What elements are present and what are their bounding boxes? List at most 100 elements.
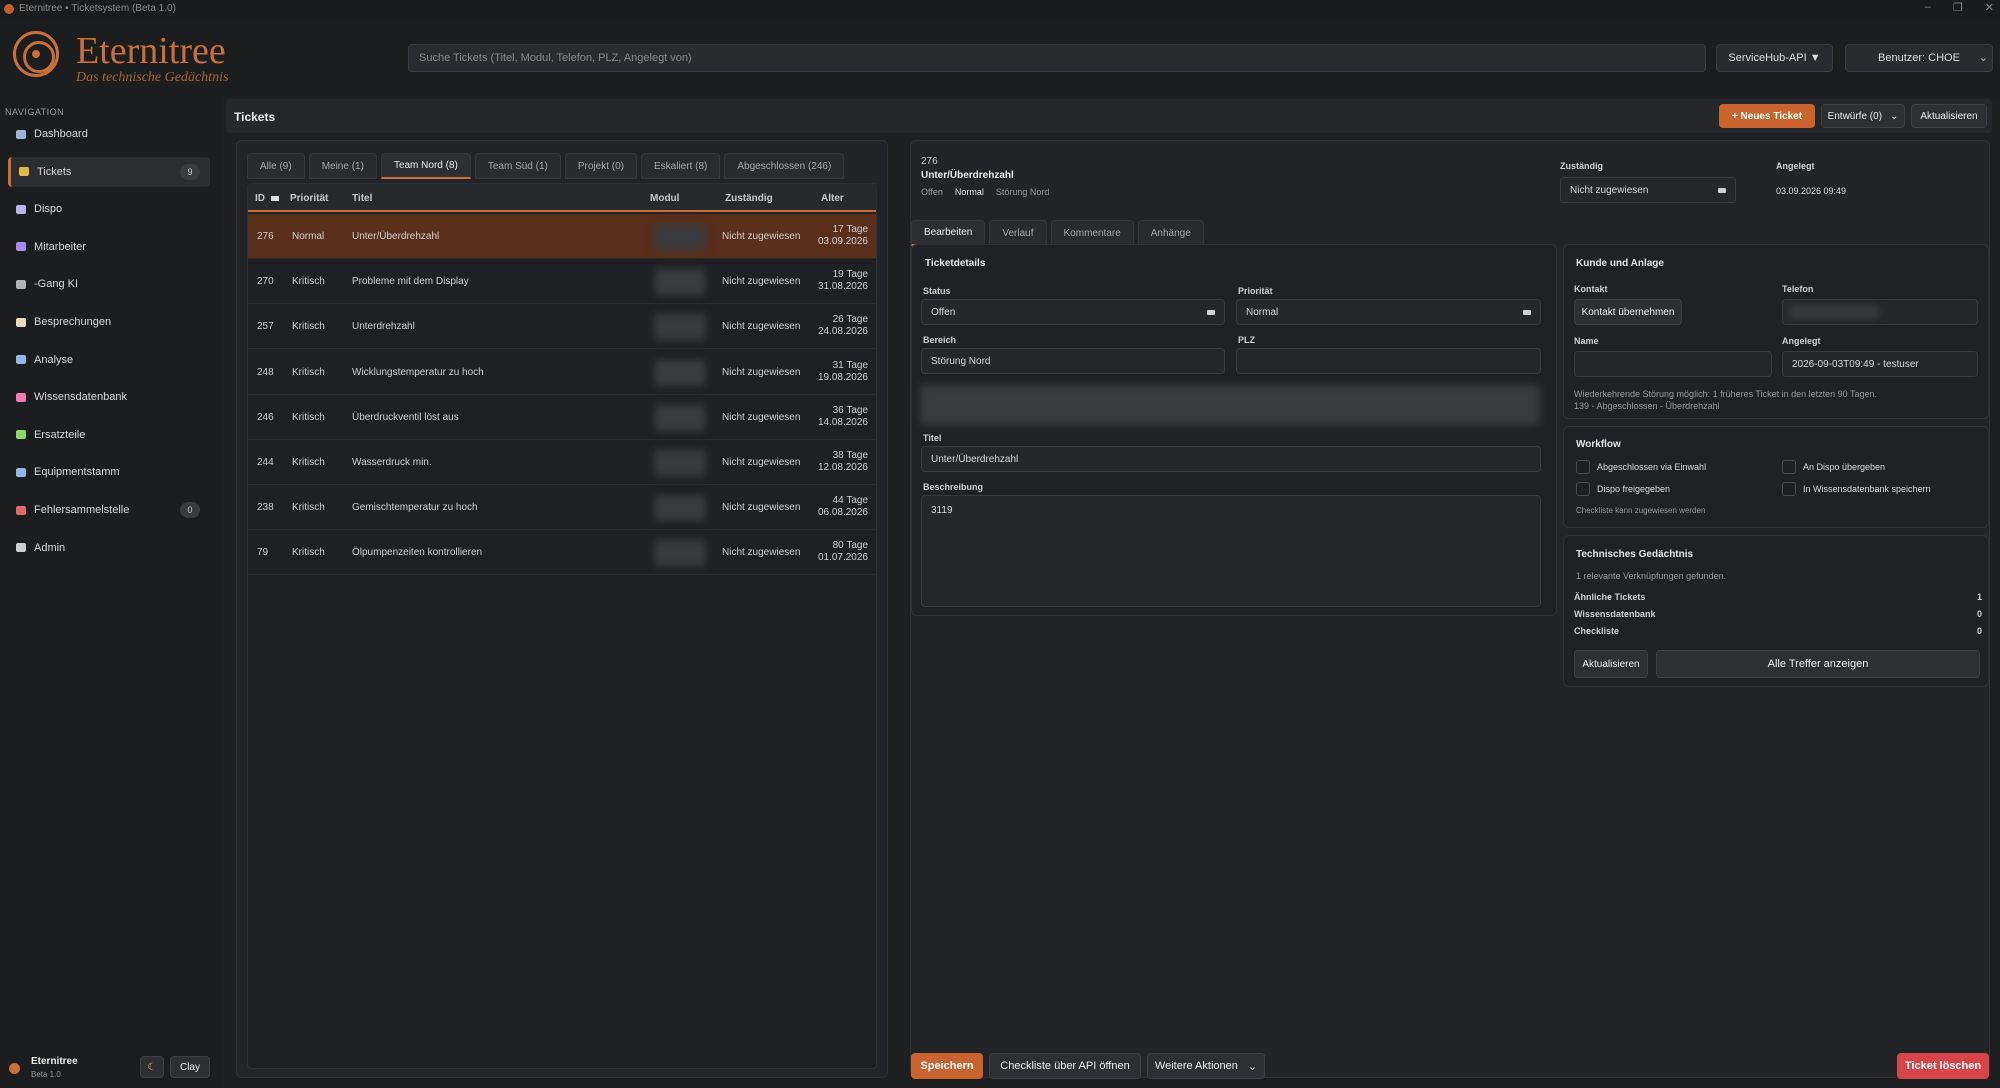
name-field[interactable] [1574, 351, 1772, 377]
plz-field[interactable] [1236, 348, 1541, 374]
search-input[interactable] [408, 44, 1706, 72]
sidebar-item-admin[interactable]: Admin [8, 533, 210, 563]
delete-ticket-button[interactable]: Ticket löschen [1897, 1053, 1989, 1079]
table-row[interactable]: 244 Kritisch Wasserdruck min. Nicht zuge… [248, 440, 876, 485]
open-checklist-api-button[interactable]: Checkliste über API öffnen [989, 1053, 1141, 1079]
age-days: 44 Tage [832, 495, 868, 507]
cell-title: Wasserdruck min. [352, 457, 432, 468]
area-label: Bereich [923, 335, 957, 345]
tab-1[interactable]: Meine (1) [308, 153, 377, 179]
detail-tab-3[interactable]: Anhänge [1137, 220, 1204, 246]
contact-takeover-button[interactable]: Kontakt übernehmen [1574, 299, 1682, 325]
app-icon [4, 3, 14, 14]
chevron-down-icon: ⌄ [1890, 110, 1899, 122]
user-menu-button[interactable]: Benutzer: CHOE ⌄ [1845, 44, 1993, 72]
save-button[interactable]: Speichern [911, 1053, 983, 1079]
checkbox-label: In Wissensdatenbank speichern [1803, 484, 1931, 494]
sidebar-item-dashboard[interactable]: Dashboard [8, 119, 210, 149]
table-header: ID Priorität Titel Modul Zuständig Alter [248, 184, 876, 212]
stat-value: 1 [1976, 592, 1982, 602]
table-row[interactable]: 257 Kritisch Unterdrehzahl Nicht zugewie… [248, 304, 876, 350]
table-row[interactable]: 276 Normal Unter/Überdrehzahl Nicht zuge… [248, 214, 876, 259]
detail-tab-0[interactable]: Bearbeiten [911, 220, 986, 246]
minimize-icon[interactable]: – [1925, 1, 1931, 14]
sidebar-item-analyse[interactable]: Analyse [8, 345, 210, 375]
moon-icon: ☾ [147, 1061, 157, 1073]
column-assignee[interactable]: Zuständig [725, 184, 773, 212]
calendar-icon [16, 204, 26, 214]
tab-4[interactable]: Projekt (0) [564, 153, 637, 179]
stat-label: Wissensdatenbank [1574, 609, 1656, 619]
checkbox-label: An Dispo übergeben [1803, 462, 1886, 472]
title-field[interactable]: Unter/Überdrehzahl [921, 446, 1541, 472]
recurrence-ticket-link[interactable]: 139 - Abgeschlossen - Überdrehzahl [1574, 401, 1720, 411]
theme-toggle-button[interactable]: ☾ [140, 1056, 164, 1078]
tab-3[interactable]: Team Süd (1) [474, 153, 561, 179]
nav-section-label: NAVIGATION [5, 107, 65, 117]
stat-value: 0 [1976, 626, 1982, 636]
sidebar-item-ersatzteile[interactable]: Ersatzteile [8, 420, 210, 450]
age-days: 26 Tage [832, 314, 868, 326]
show-all-matches-button[interactable]: Alle Treffer anzeigen [1656, 650, 1980, 678]
memory-refresh-button[interactable]: Aktualisieren [1574, 650, 1648, 678]
tab-5[interactable]: Eskaliert (8) [641, 153, 721, 179]
checkbox-dispo-released[interactable] [1576, 482, 1590, 496]
cell-assignee: Nicht zugewiesen [722, 321, 801, 333]
sidebar-item-fehlersammelstelle[interactable]: Fehlersammelstelle 0 [8, 495, 210, 525]
table-row[interactable]: 238 Kritisch Gemischtemperatur zu hoch N… [248, 485, 876, 531]
sidebar-item-besprechungen[interactable]: Besprechungen [8, 307, 210, 337]
phone-field[interactable] [1782, 299, 1978, 325]
sidebar-item-label: Besprechungen [34, 316, 112, 328]
cell-age: 19 Tage 31.08.2026 [818, 269, 868, 293]
sidebar-item-gang-ki[interactable]: -Gang KI [8, 269, 210, 299]
dropdown-icon [1718, 188, 1726, 193]
sidebar-item-equipmentstamm[interactable]: Equipmentstamm [8, 457, 210, 487]
more-actions-button[interactable]: Weitere Aktionen ⌄ [1147, 1053, 1265, 1079]
checkbox-save-knowledge[interactable] [1782, 482, 1796, 496]
api-dropdown-button[interactable]: ServiceHub-API ▼ [1716, 44, 1833, 72]
tab-6[interactable]: Abgeschlossen (246) [724, 153, 845, 179]
column-id[interactable]: ID [255, 184, 279, 212]
name-label: Name [1574, 336, 1599, 346]
cell-id: 246 [257, 411, 274, 423]
column-title[interactable]: Titel [352, 184, 372, 212]
checkbox-to-dispo[interactable] [1782, 460, 1796, 474]
app-header: Eternitree Das technische Gedächtnis Ser… [0, 17, 2000, 97]
drafts-dropdown-button[interactable]: Entwürfe (0) ⌄ [1821, 104, 1905, 128]
area-field[interactable]: Störung Nord [921, 348, 1225, 374]
memory-section: Technisches Gedächtnis 1 relevante Verkn… [1563, 535, 1989, 687]
tab-2[interactable]: Team Nord (8) [380, 153, 471, 179]
sidebar-item-mitarbeiter[interactable]: Mitarbeiter [8, 232, 210, 262]
checkbox-closed-via-dialin[interactable] [1576, 460, 1590, 474]
new-ticket-button[interactable]: + Neues Ticket [1719, 104, 1815, 128]
theme-select-button[interactable]: Clay [170, 1056, 210, 1078]
tab-0[interactable]: Alle (9) [247, 153, 305, 179]
column-module[interactable]: Modul [650, 184, 679, 212]
table-row[interactable]: 270 Kritisch Probleme mit dem Display Ni… [248, 259, 876, 305]
cell-assignee: Nicht zugewiesen [722, 502, 801, 514]
refresh-button[interactable]: Aktualisieren [1911, 104, 1987, 128]
column-priority[interactable]: Priorität [290, 184, 328, 212]
column-age[interactable]: Alter [821, 184, 844, 212]
detail-tab-2[interactable]: Kommentare [1050, 220, 1134, 246]
sidebar-item-label: Tickets [37, 165, 72, 178]
assignee-select[interactable]: Nicht zugewiesen [1560, 177, 1736, 203]
maximize-icon[interactable]: ❐ [1953, 1, 1963, 14]
detail-tab-1[interactable]: Verlauf [989, 220, 1047, 246]
sidebar-item-wissensdatenbank[interactable]: Wissensdatenbank [8, 382, 210, 412]
description-textarea[interactable]: 3119 [921, 495, 1541, 607]
sidebar-item-tickets[interactable]: Tickets 9 [8, 156, 210, 187]
cell-age: 80 Tage 01.07.2026 [818, 540, 868, 564]
redacted-module [654, 540, 706, 567]
priority-select[interactable]: Normal [1236, 299, 1541, 325]
cell-id: 244 [257, 457, 274, 468]
close-icon[interactable]: ✕ [1985, 1, 1994, 14]
sidebar-item-label: Mitarbeiter [34, 240, 86, 253]
table-row[interactable]: 246 Kritisch Überdruckventil löst aus Ni… [248, 395, 876, 440]
sidebar-item-dispo[interactable]: Dispo [8, 194, 210, 224]
detail-ticket-title: Unter/Überdrehzahl [921, 170, 1014, 181]
sidebar-item-label: Wissensdatenbank [34, 391, 127, 404]
table-row[interactable]: 79 Kritisch Ölpumpenzeiten kontrollieren… [248, 530, 876, 576]
status-select[interactable]: Offen [921, 299, 1225, 325]
table-row[interactable]: 248 Kritisch Wicklungstemperatur zu hoch… [248, 350, 876, 395]
